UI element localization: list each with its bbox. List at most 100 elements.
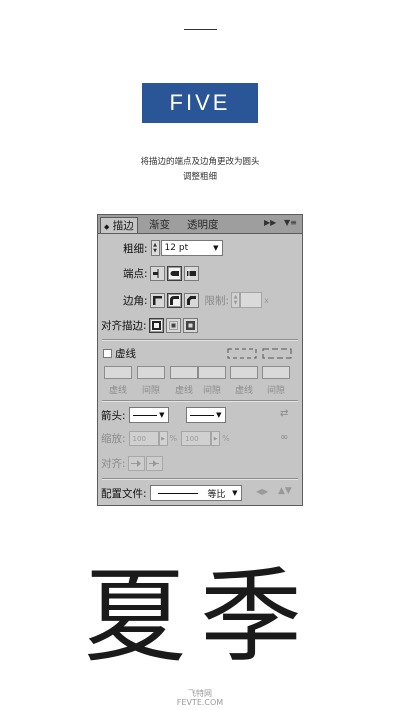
weight-select[interactable]: 12 pt ▼ [160, 240, 223, 256]
start-scale-dropdown[interactable]: ▶ [158, 431, 168, 446]
gap-label: 间隙 [141, 386, 160, 396]
dash-label: 虚线 [108, 386, 127, 396]
link-scale-icon[interactable]: ∞ [280, 432, 288, 443]
flip-along-icon[interactable]: ◀▶ [256, 487, 268, 496]
weight-label: 粗细: [123, 242, 148, 255]
dash-label: 虚线 [174, 386, 193, 396]
round-join-button[interactable] [166, 292, 182, 308]
align-dash-corners-icon[interactable] [262, 348, 292, 359]
align-center-button[interactable] [148, 318, 164, 333]
align-stroke-row: 对齐描边: [101, 318, 200, 333]
chevron-down-icon: ▼ [159, 411, 165, 419]
section-heading: FIVE [142, 83, 258, 123]
align-inside-icon [168, 321, 178, 330]
arrow-down-icon: ▼ [233, 300, 238, 306]
weight-stepper[interactable]: ▲ ▼ [150, 240, 160, 256]
gap-field-3[interactable] [262, 366, 290, 379]
swap-arrowheads-icon[interactable]: ⇄ [280, 408, 288, 419]
gap-label: 间隙 [202, 386, 221, 396]
dash-field-3[interactable] [230, 366, 258, 379]
arrow-right-icon: ▶ [161, 435, 165, 442]
align-outside-icon [185, 321, 195, 330]
panel-menu-icon[interactable]: ▼≡ [284, 218, 297, 227]
profile-row: 配置文件: 等比 ▼ [101, 485, 242, 501]
limit-label: 限制: [204, 294, 230, 307]
tab-transparency[interactable]: 透明度 [184, 217, 222, 233]
divider [102, 400, 298, 402]
chevron-down-icon: ▼ [216, 411, 222, 419]
miter-join-button[interactable] [149, 292, 165, 308]
line-preview [132, 414, 157, 416]
start-scale-field[interactable]: 100 [128, 431, 159, 446]
panel-tab-bar: ◆ 描边 渐变 透明度 ▶▶ ▼≡ [98, 215, 302, 234]
arrow-align-row: 对齐: [101, 456, 165, 471]
expand-panel-icon[interactable]: ▶▶ [264, 218, 276, 227]
chevron-down-icon: ▼ [213, 244, 219, 252]
dash-field-1[interactable] [104, 366, 132, 379]
projecting-cap-button[interactable] [183, 266, 199, 281]
dash-field-2[interactable] [170, 366, 198, 379]
tab-gradient[interactable]: 渐变 [146, 217, 173, 233]
end-scale-field[interactable]: 100 [181, 431, 212, 446]
align-outside-button[interactable] [182, 318, 198, 333]
cap-row: 端点: [123, 266, 201, 281]
butt-cap-button[interactable] [149, 266, 165, 281]
align-center-icon [151, 321, 161, 330]
end-scale-value: 100 [185, 434, 199, 443]
percent-unit: % [222, 434, 230, 443]
scale-row: 缩放: 100 ▶ % 100 ▶ % [101, 431, 230, 446]
profile-preview [157, 492, 198, 494]
line-preview [189, 414, 214, 416]
gap-field-1[interactable] [137, 366, 165, 379]
round-cap-icon [170, 271, 179, 276]
arrow-align-label: 对齐: [101, 458, 126, 470]
weight-row: 粗细: ▲ ▼ 12 pt ▼ [123, 240, 223, 256]
dashed-checkbox[interactable] [103, 349, 112, 358]
chevron-down-icon: ▼ [232, 489, 238, 497]
projecting-cap-icon [186, 269, 196, 278]
arrow-inside-icon [148, 460, 159, 467]
dash-label: 虚线 [234, 386, 253, 396]
limit-stepper[interactable]: ▲ ▼ [231, 292, 241, 308]
profile-value: 等比 [207, 489, 226, 500]
caption-line-1: 将描边的端点及边角更改为圆头 [140, 157, 260, 167]
align-stroke-label: 对齐描边: [101, 320, 147, 332]
profile-select[interactable]: 等比 ▼ [149, 485, 242, 501]
arrow-extend-icon [130, 460, 141, 467]
preserve-dash-icon[interactable] [227, 348, 257, 359]
tab-stroke[interactable]: ◆ 描边 [100, 217, 138, 233]
gap-field-2[interactable] [198, 366, 226, 379]
corner-row: 边角: 限制: ▲ ▼ x [123, 292, 269, 308]
start-arrowhead-select[interactable]: ▼ [128, 407, 169, 423]
weight-value: 12 pt [164, 243, 189, 253]
bevel-join-icon [186, 295, 196, 305]
stroke-panel: ◆ 描边 渐变 透明度 ▶▶ ▼≡ 粗细: ▲ ▼ 12 pt ▼ 端点: 边角: [97, 214, 303, 506]
butt-cap-icon [152, 269, 159, 278]
arrow-down-icon: ▼ [153, 248, 157, 254]
arrow-extend-button[interactable] [127, 456, 145, 471]
end-arrowhead-select[interactable]: ▼ [185, 407, 226, 423]
collapse-icon[interactable]: ◆ [104, 223, 109, 231]
align-inside-button[interactable] [165, 318, 181, 333]
percent-unit: % [169, 434, 178, 443]
dashed-row: 虚线 [103, 346, 136, 361]
end-scale-dropdown[interactable]: ▶ [211, 431, 221, 446]
divider [102, 478, 298, 480]
round-join-icon [169, 295, 179, 305]
profile-label: 配置文件: [101, 487, 147, 500]
dashed-label: 虚线 [115, 348, 136, 360]
limit-field[interactable] [240, 292, 263, 308]
summer-title: 夏季 [84, 558, 316, 677]
gap-label: 间隙 [266, 386, 285, 396]
flip-across-icon[interactable]: ▲▼ [278, 486, 292, 496]
top-divider [184, 29, 217, 30]
caption-line-2: 调整粗细 [182, 172, 217, 182]
divider [102, 339, 298, 341]
corner-label: 边角: [123, 294, 148, 307]
arrow-inside-button[interactable] [145, 456, 163, 471]
miter-join-icon [152, 295, 162, 305]
round-cap-button[interactable] [166, 266, 182, 281]
bevel-join-button[interactable] [183, 292, 199, 308]
arrowheads-label: 箭头: [101, 409, 126, 422]
scale-label: 缩放: [101, 433, 126, 445]
